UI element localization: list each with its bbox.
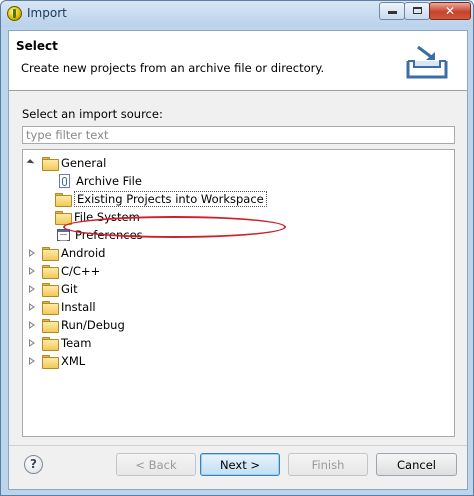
expand-arrow-icon[interactable] [27,158,37,168]
tree-item-label: Preferences [75,228,143,242]
wizard-header: Select Create new projects from an archi… [9,31,467,91]
collapse-arrow-icon[interactable] [27,356,37,366]
collapse-arrow-icon[interactable] [27,302,37,312]
tree-item-label: Install [61,300,96,314]
page-title: Select [16,39,58,53]
tree-item-preferences[interactable]: Preferences [56,226,143,244]
tree-item-label: Team [61,336,92,350]
back-button[interactable]: < Back [116,453,196,476]
import-source-tree[interactable]: General Archive File Existing Projects i… [22,149,455,437]
tree-item-archive-file[interactable]: Archive File [57,172,142,190]
folder-icon [42,247,59,261]
tree-item-label: Git [61,282,78,296]
cancel-button[interactable]: Cancel [376,453,457,476]
filter-input[interactable] [22,126,455,144]
preferences-icon [57,229,70,241]
tree-item-file-system[interactable]: File System [55,208,140,226]
eclipse-app-icon [7,6,22,21]
tree-item-label: Android [61,246,106,260]
finish-button[interactable]: Finish [288,453,368,476]
tree-item-label: Run/Debug [61,318,125,332]
dialog-client-area: Select Create new projects from an archi… [8,30,468,490]
close-button[interactable]: ✕ [429,2,471,20]
collapse-arrow-icon[interactable] [27,248,37,258]
folder-icon [42,157,59,171]
next-button[interactable]: Next > [200,453,280,476]
folder-icon [42,355,59,369]
folder-icon [42,319,59,333]
collapse-arrow-icon[interactable] [27,284,37,294]
collapse-arrow-icon[interactable] [27,266,37,276]
title-bar[interactable]: Import ✕ [1,1,473,27]
folder-icon [42,283,59,297]
page-description: Create new projects from an archive file… [21,61,325,75]
folder-icon [42,301,59,315]
minimize-icon [387,11,397,14]
help-icon[interactable]: ? [24,455,43,474]
button-bar-divider [9,445,467,446]
import-source-label: Select an import source: [22,107,163,121]
minimize-button[interactable] [379,2,405,20]
maximize-button[interactable] [404,2,430,20]
import-wizard-icon [406,45,448,79]
tree-item-android[interactable]: Android [27,244,105,262]
archive-file-icon [59,174,70,188]
tree-item-xml[interactable]: XML [27,352,85,370]
folder-icon [42,265,59,279]
tree-item-team[interactable]: Team [27,334,91,352]
tree-item-label: XML [61,354,86,368]
folder-icon [42,337,59,351]
folder-icon [55,193,72,207]
tree-item-existing-projects[interactable]: Existing Projects into Workspace [55,190,267,208]
folder-icon [55,211,72,225]
tree-item-label: Existing Projects into Workspace [74,191,267,207]
close-icon: ✕ [444,4,456,18]
tree-item-label: C/C++ [61,264,101,278]
tree-item-label: File System [74,210,140,224]
tree-item-general[interactable]: General [27,154,106,172]
import-dialog-window: Import ✕ Select Create new projects from… [0,0,474,496]
tree-item-install[interactable]: Install [27,298,96,316]
tree-item-git[interactable]: Git [27,280,78,298]
collapse-arrow-icon[interactable] [27,338,37,348]
tree-item-cpp[interactable]: C/C++ [27,262,100,280]
tree-item-label: General [61,156,107,170]
tree-item-run-debug[interactable]: Run/Debug [27,316,125,334]
collapse-arrow-icon[interactable] [27,320,37,330]
tree-item-label: Archive File [76,174,142,188]
maximize-icon [412,7,422,14]
window-title: Import [27,6,67,20]
